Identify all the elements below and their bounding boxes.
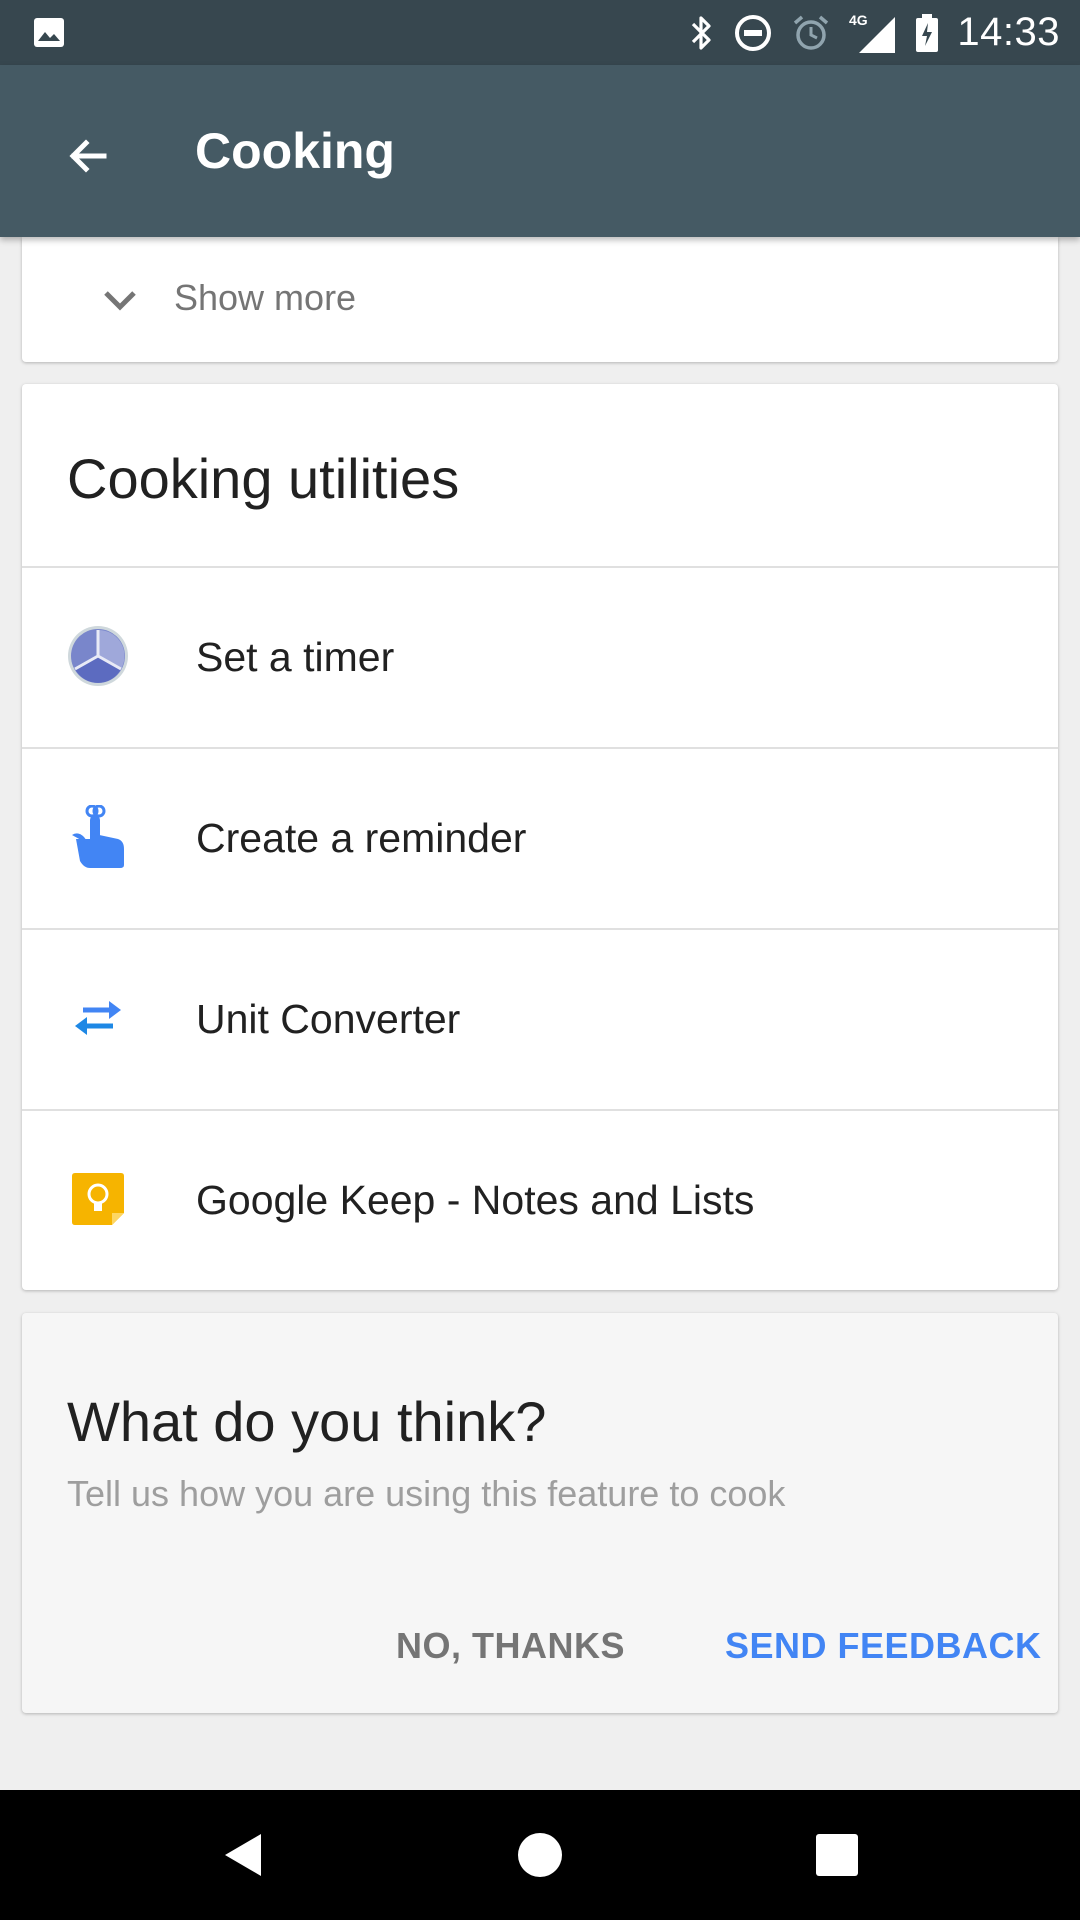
nav-recents-button[interactable] [797,1815,877,1895]
svg-text:4G: 4G [849,12,868,28]
back-button[interactable] [52,120,124,192]
no-thanks-button[interactable]: NO, THANKS [396,1623,625,1669]
nav-back-button[interactable] [204,1815,284,1895]
list-item-create-reminder[interactable]: Create a reminder [22,747,1058,929]
app-bar: Cooking [0,65,1080,237]
feedback-title: What do you think? [67,1390,547,1453]
list-item-set-timer[interactable]: Set a timer [22,566,1058,748]
do-not-disturb-icon [733,13,773,53]
send-feedback-button[interactable]: SEND FEEDBACK [725,1623,1042,1669]
reminder-finger-icon [66,805,130,869]
circle-home-icon [518,1833,562,1877]
feedback-subtitle: Tell us how you are using this feature t… [67,1473,786,1514]
cooking-utilities-card: Cooking utilities Set a timer Create a r… [22,384,1058,1290]
nav-home-button[interactable] [500,1815,580,1895]
square-recents-icon [816,1834,858,1876]
show-more-button[interactable]: Show more [22,237,1058,362]
show-more-label: Show more [174,277,357,318]
status-bar: 4G 14:33 [0,0,1080,65]
list-item-google-keep[interactable]: Google Keep - Notes and Lists [22,1109,1058,1291]
list-item-label: Create a reminder [196,815,527,861]
feedback-card: What do you think? Tell us how you are u… [22,1313,1058,1713]
list-item-label: Unit Converter [196,996,461,1042]
clock-icon [66,624,130,688]
alarm-icon [791,13,831,53]
swap-arrows-icon [66,986,130,1050]
chevron-down-icon [104,291,136,311]
list-item-label: Google Keep - Notes and Lists [196,1177,755,1223]
triangle-back-icon [225,1834,261,1876]
list-item-label: Set a timer [196,634,395,680]
battery-icon [915,13,939,53]
bluetooth-icon [689,14,715,52]
show-more-card: Show more [22,237,1058,362]
list-item-unit-converter[interactable]: Unit Converter [22,928,1058,1110]
arrow-back-icon [69,139,107,173]
keep-lightbulb-icon [66,1167,130,1231]
page-title: Cooking [195,123,395,179]
status-time: 14:33 [957,10,1060,54]
navigation-bar [0,1790,1080,1920]
section-title: Cooking utilities [67,447,460,510]
gallery-icon [34,18,64,47]
signal-icon: 4G [849,11,897,55]
